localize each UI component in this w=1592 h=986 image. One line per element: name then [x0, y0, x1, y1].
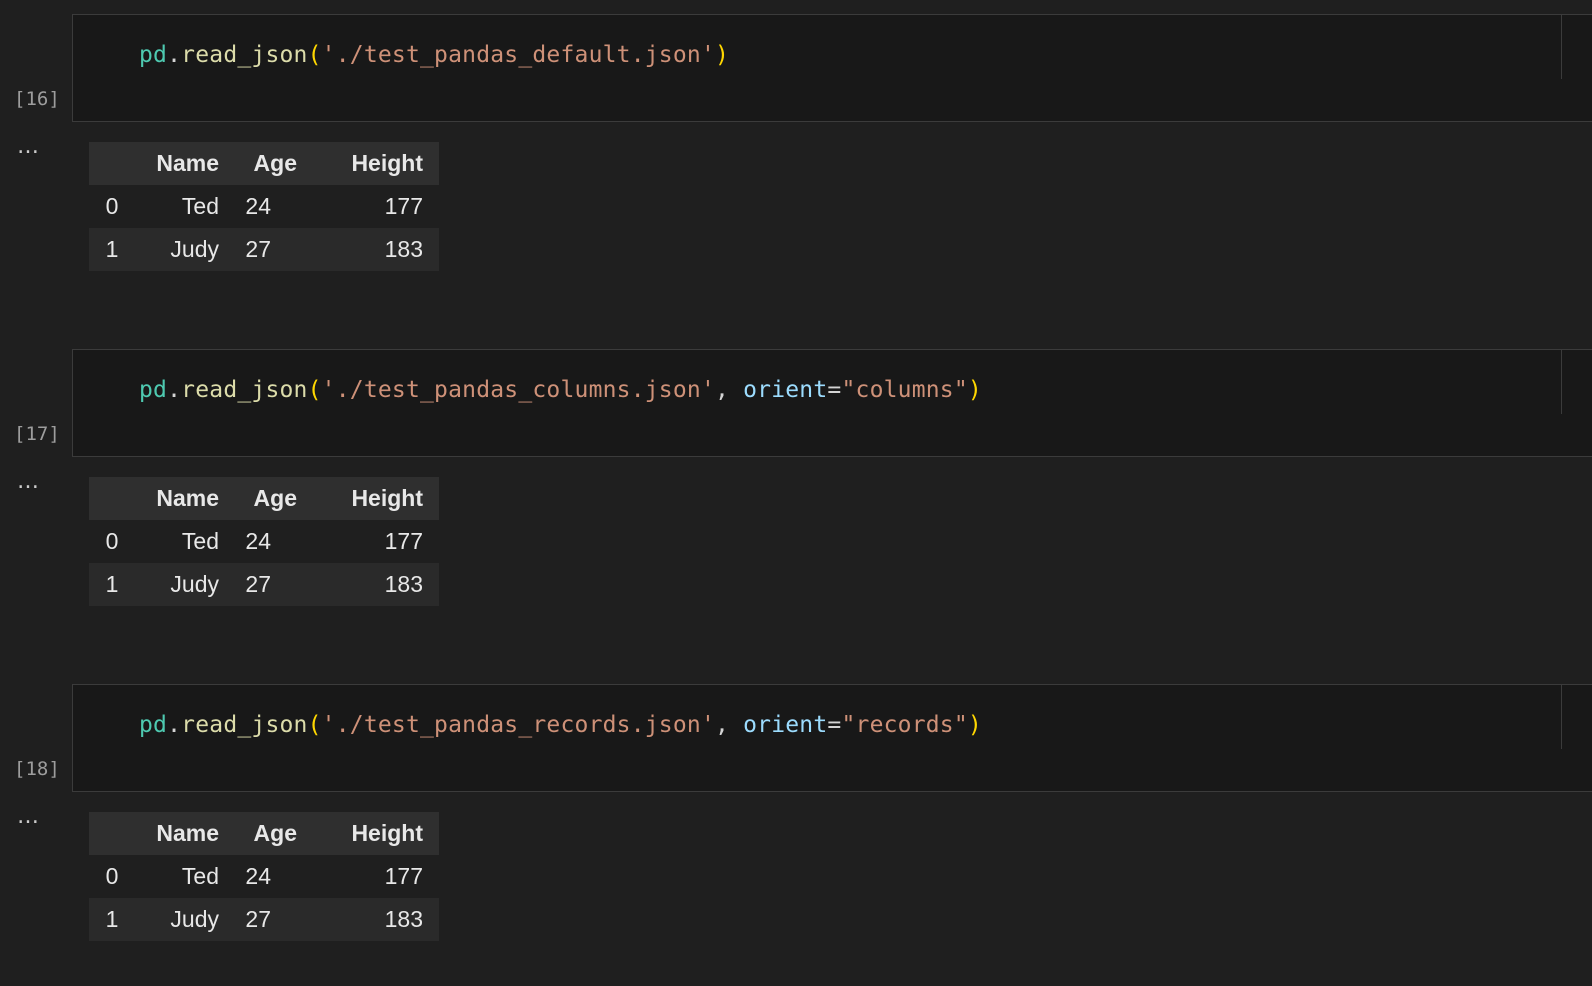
cell-height: 177: [384, 528, 423, 554]
dataframe-output-table: Name Age Height 0 Ted 24 177 1 Judy 27 1…: [89, 812, 439, 941]
table-header-row: Name Age Height: [89, 142, 439, 185]
code-line[interactable]: pd.read_json('./test_pandas_columns.json…: [139, 373, 982, 407]
cell-scrollbar: [1561, 685, 1562, 749]
cell-name: Judy: [135, 228, 219, 271]
execution-count: [17]: [14, 423, 60, 445]
cell-height: 177: [384, 193, 423, 219]
table-row: 0 Ted 24 177: [89, 855, 439, 898]
code-token-dot: .: [167, 712, 182, 738]
column-header-height: Height: [297, 812, 439, 855]
table-row: 1 Judy 27 183: [89, 563, 439, 606]
code-line[interactable]: pd.read_json('./test_pandas_records.json…: [139, 708, 982, 742]
cell-age: 27: [219, 898, 297, 941]
execution-count: [16]: [14, 88, 60, 110]
cell-name: Judy: [135, 563, 219, 606]
code-editor[interactable]: pd.read_json('./test_pandas_records.json…: [72, 684, 1592, 792]
cell-height: 183: [297, 898, 439, 941]
index-header: [89, 477, 135, 520]
code-token-kwarg-value: "records": [841, 712, 968, 738]
notebook-cell-16[interactable]: pd.read_json('./test_pandas_default.json…: [0, 0, 1592, 300]
column-header-name: Name: [135, 477, 219, 520]
column-header-age: Age: [219, 812, 297, 855]
cell-height: 183: [297, 563, 439, 606]
execution-count: [18]: [14, 758, 60, 780]
code-token-comma: ,: [715, 712, 744, 738]
cell-age: 24: [245, 528, 271, 554]
row-index: 1: [89, 898, 135, 941]
column-header-age: Age: [219, 142, 297, 185]
code-token-kwarg-name: orient: [743, 712, 828, 738]
row-index: 1: [89, 228, 135, 271]
code-token-close-paren: ): [967, 377, 982, 403]
code-token-kwarg-value: "columns": [841, 377, 968, 403]
output-more-icon[interactable]: …: [17, 804, 40, 829]
code-token-function: read_json: [181, 712, 308, 738]
cell-name: Ted: [181, 863, 219, 889]
code-token-path-arg: './test_pandas_records.json': [321, 712, 715, 738]
code-token-module: pd: [139, 42, 168, 68]
code-token-kwarg-name: orient: [743, 377, 828, 403]
code-token-comma: ,: [715, 377, 744, 403]
code-token-module: pd: [139, 377, 168, 403]
notebook-cell-18[interactable]: pd.read_json('./test_pandas_records.json…: [0, 670, 1592, 970]
code-token-function: read_json: [181, 42, 308, 68]
column-header-name: Name: [135, 812, 219, 855]
column-header-name: Name: [135, 142, 219, 185]
index-header: [89, 142, 135, 185]
cell-scrollbar: [1561, 350, 1562, 414]
code-token-function: read_json: [181, 377, 308, 403]
row-index: 0: [105, 193, 119, 219]
dataframe-output-table: Name Age Height 0 Ted 24 177 1 Judy 27 1…: [89, 477, 439, 606]
code-token-module: pd: [139, 712, 168, 738]
table-header-row: Name Age Height: [89, 812, 439, 855]
row-index: 0: [105, 863, 119, 889]
code-token-open-paren: (: [307, 42, 322, 68]
code-editor[interactable]: pd.read_json('./test_pandas_default.json…: [72, 14, 1592, 122]
row-index: 1: [89, 563, 135, 606]
code-token-equals: =: [827, 712, 842, 738]
code-token-path-arg: './test_pandas_default.json': [321, 42, 715, 68]
dataframe-output-table: Name Age Height 0 Ted 24 177 1 Judy 27 1…: [89, 142, 439, 271]
code-editor[interactable]: pd.read_json('./test_pandas_columns.json…: [72, 349, 1592, 457]
cell-age: 27: [219, 228, 297, 271]
cell-name: Ted: [181, 528, 219, 554]
table-row: 1 Judy 27 183: [89, 898, 439, 941]
index-header: [89, 812, 135, 855]
cell-name: Ted: [181, 193, 219, 219]
cell-scrollbar: [1561, 15, 1562, 79]
code-token-dot: .: [167, 42, 182, 68]
code-token-path-arg: './test_pandas_columns.json': [321, 377, 715, 403]
notebook-cell-17[interactable]: pd.read_json('./test_pandas_columns.json…: [0, 335, 1592, 635]
code-token-open-paren: (: [307, 377, 322, 403]
column-header-height: Height: [297, 477, 439, 520]
row-index: 0: [105, 528, 119, 554]
cell-age: 24: [245, 863, 271, 889]
cell-age: 27: [219, 563, 297, 606]
table-row: 0 Ted 24 177: [89, 185, 439, 228]
table-header-row: Name Age Height: [89, 477, 439, 520]
cell-name: Judy: [135, 898, 219, 941]
cell-age: 24: [245, 193, 271, 219]
output-more-icon[interactable]: …: [17, 469, 40, 494]
output-more-icon[interactable]: …: [17, 134, 40, 159]
table-row: 1 Judy 27 183: [89, 228, 439, 271]
table-row: 0 Ted 24 177: [89, 520, 439, 563]
column-header-height: Height: [297, 142, 439, 185]
code-token-close-paren: ): [715, 42, 730, 68]
code-token-close-paren: ): [967, 712, 982, 738]
code-token-equals: =: [827, 377, 842, 403]
code-line[interactable]: pd.read_json('./test_pandas_default.json…: [139, 38, 729, 72]
cell-height: 177: [384, 863, 423, 889]
code-token-dot: .: [167, 377, 182, 403]
column-header-age: Age: [219, 477, 297, 520]
code-token-open-paren: (: [307, 712, 322, 738]
cell-height: 183: [297, 228, 439, 271]
